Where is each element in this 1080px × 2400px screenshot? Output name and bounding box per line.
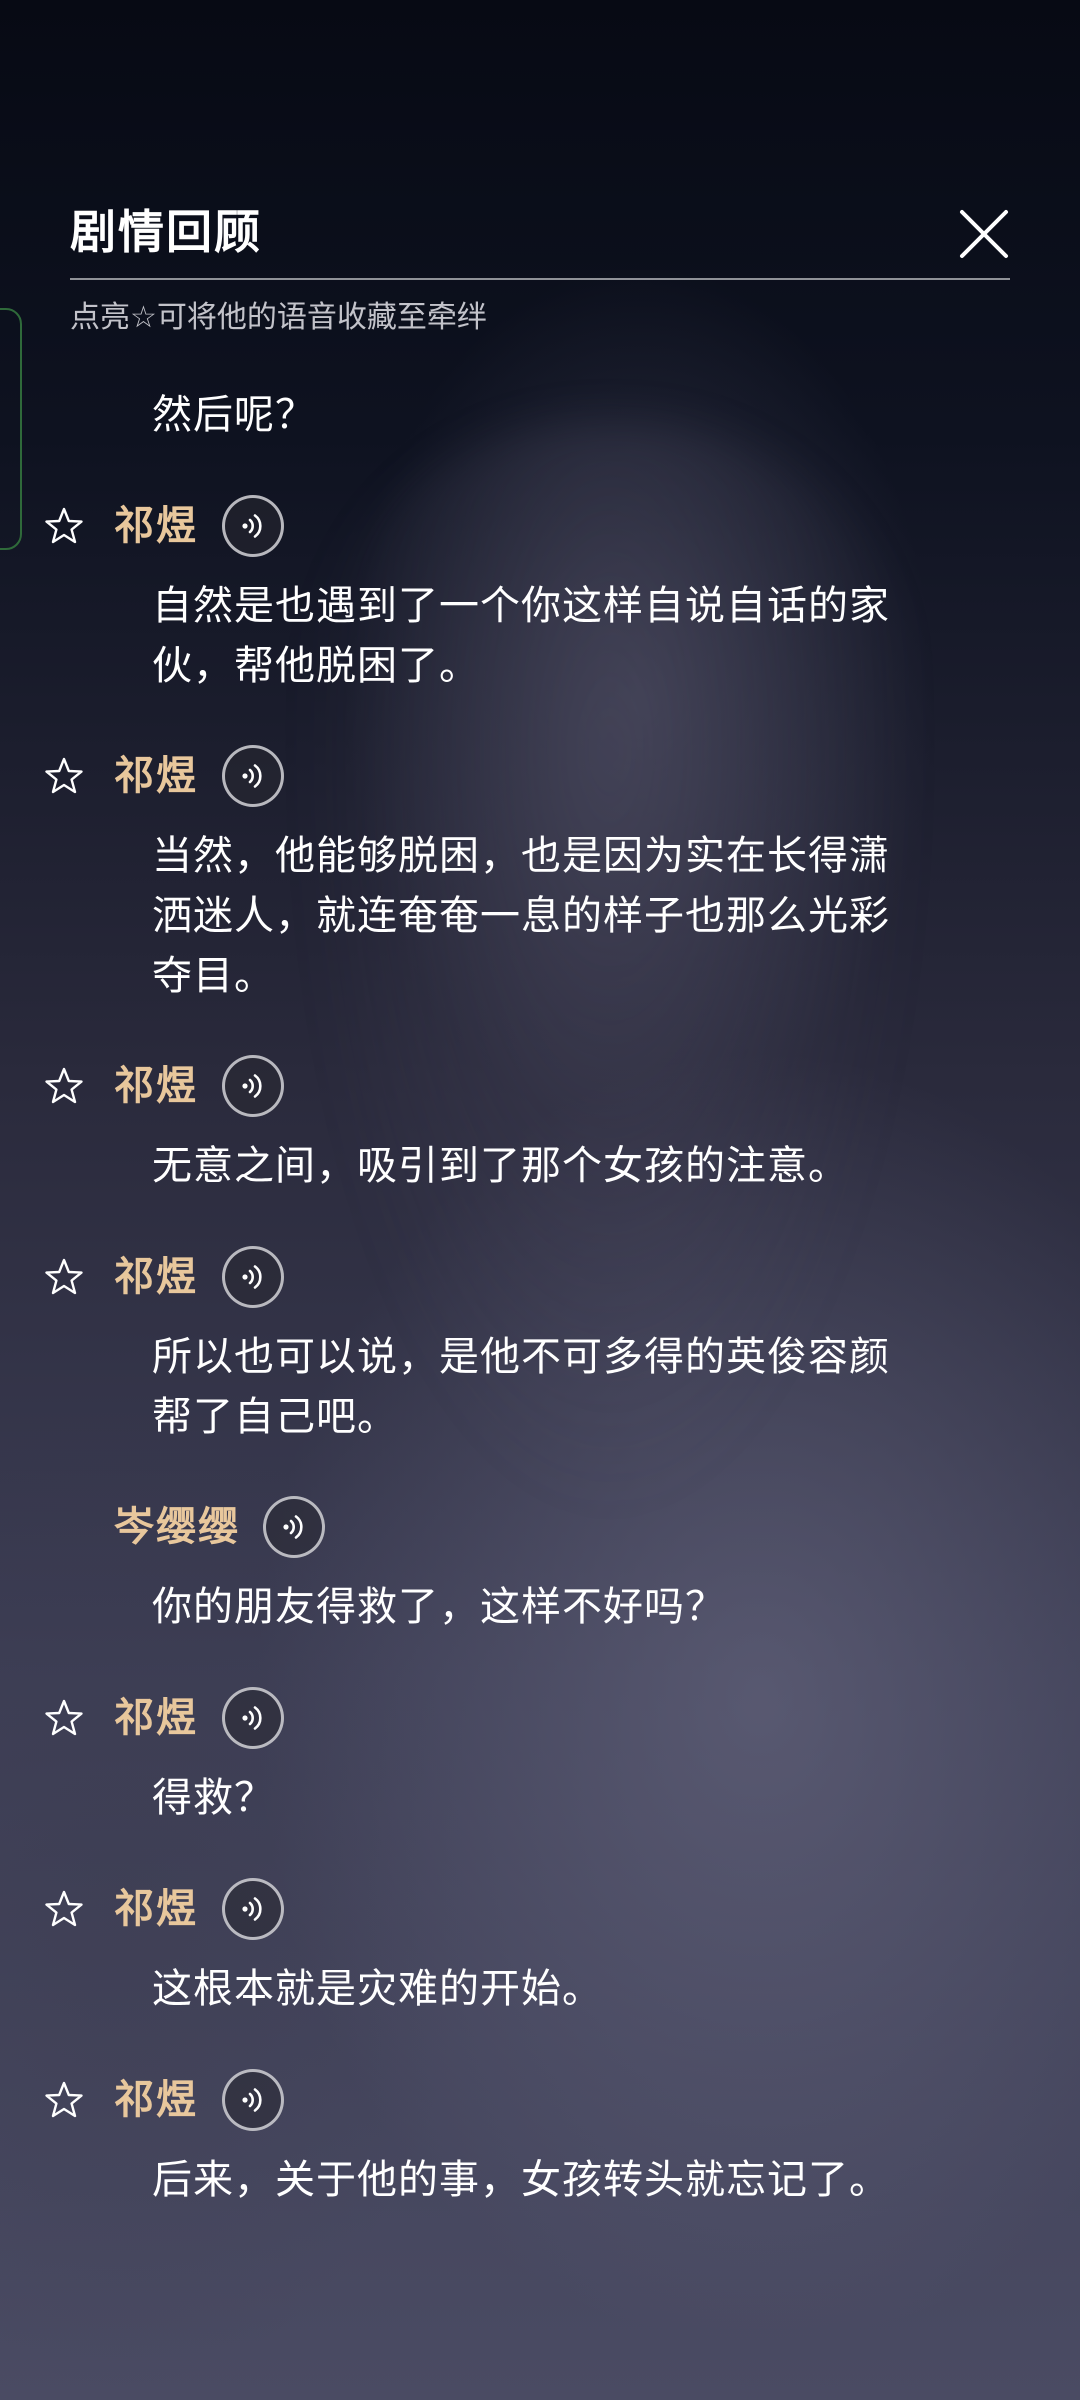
close-button[interactable] (956, 206, 1012, 262)
voice-play-button[interactable] (222, 1055, 284, 1117)
dialogue-line: 无意之间，吸引到了那个女孩的注意。 (152, 1143, 849, 1189)
star-outline-icon[interactable] (44, 1066, 84, 1106)
dialogue-line: 夺目。 (152, 953, 275, 999)
voice-play-button[interactable] (222, 495, 284, 557)
dialogue-line: 所以也可以说，是他不可多得的英俊容颜 (152, 1334, 890, 1380)
favorite-hint: 点亮☆可将他的语音收藏至牵绊 (70, 300, 487, 335)
speaker-name: 祁煜 (114, 1253, 198, 1300)
dialogue-text: 这根本就是灾难的开始。 (152, 1959, 972, 2019)
dialogue-speaker-row: 岑缨缨 (0, 1495, 1080, 1559)
voice-play-icon (242, 764, 262, 788)
dialogue-line: 自然是也遇到了一个你这样自说自话的家 (152, 583, 890, 629)
story-review-panel: 剧情回顾 点亮☆可将他的语音收藏至牵绊 然后呢？ 祁煜 自然是也遇到了一个你这样… (0, 0, 1080, 2400)
speaker-name: 祁煜 (114, 1885, 198, 1932)
speaker-name: 祁煜 (114, 752, 198, 799)
voice-play-icon (242, 1706, 262, 1730)
speaker-name: 岑缨缨 (114, 1503, 240, 1550)
voice-play-icon (283, 1515, 303, 1539)
star-outline-icon[interactable] (44, 756, 84, 796)
speaker-name: 祁煜 (114, 1694, 198, 1741)
dialogue-line: 伙，帮他脱困了。 (152, 643, 480, 689)
dialogue-speaker-row: 祁煜 (0, 494, 1080, 558)
speaker-name: 祁煜 (114, 1062, 198, 1109)
star-outline-icon[interactable] (44, 1257, 84, 1297)
dialogue-line: 洒迷人，就连奄奄一息的样子也那么光彩 (152, 893, 890, 939)
dialogue-line: 得救？ (152, 1775, 275, 1821)
dialogue-line: 这根本就是灾难的开始。 (152, 1966, 603, 2012)
star-outline-icon[interactable] (44, 1889, 84, 1929)
voice-play-button[interactable] (222, 1878, 284, 1940)
dialogue-line: 后来，关于他的事，女孩转头就忘记了。 (152, 2157, 890, 2203)
speaker-name: 祁煜 (114, 2076, 198, 2123)
dialogue-text: 自然是也遇到了一个你这样自说自话的家 伙，帮他脱困了。 (152, 576, 972, 696)
dialogue-line: 然后呢？ (152, 392, 316, 438)
voice-play-button[interactable] (222, 2069, 284, 2131)
star-outline-icon[interactable] (44, 2080, 84, 2120)
voice-play-icon (242, 514, 262, 538)
voice-play-icon (242, 1265, 262, 1289)
dialogue-text: 然后呢？ (152, 385, 972, 445)
dialogue-text: 所以也可以说，是他不可多得的英俊容颜 帮了自己吧。 (152, 1327, 972, 1447)
dialogue-speaker-row: 祁煜 (0, 1054, 1080, 1118)
voice-play-icon (242, 1897, 262, 1921)
speaker-name: 祁煜 (114, 502, 198, 549)
voice-play-button[interactable] (222, 745, 284, 807)
dialogue-text: 得救？ (152, 1768, 972, 1828)
dialogue-line: 当然，他能够脱困，也是因为实在长得潇 (152, 833, 890, 879)
dialogue-speaker-row: 祁煜 (0, 1245, 1080, 1309)
dialogue-speaker-row: 祁煜 (0, 1686, 1080, 1750)
dialogue-text: 后来，关于他的事，女孩转头就忘记了。 (152, 2150, 972, 2210)
dialogue-speaker-row: 祁煜 (0, 744, 1080, 808)
page-title: 剧情回顾 (70, 205, 262, 259)
dialogue-text: 你的朋友得救了，这样不好吗？ (152, 1577, 972, 1637)
close-icon (960, 210, 1008, 258)
voice-play-button[interactable] (222, 1246, 284, 1308)
dialogue-text: 无意之间，吸引到了那个女孩的注意。 (152, 1136, 972, 1196)
dialogue-speaker-row: 祁煜 (0, 2068, 1080, 2132)
header-divider (70, 278, 1010, 280)
voice-play-icon (242, 1074, 262, 1098)
dialogue-text: 当然，他能够脱困，也是因为实在长得潇 洒迷人，就连奄奄一息的样子也那么光彩 夺目… (152, 826, 972, 1006)
dialogue-speaker-row: 祁煜 (0, 1877, 1080, 1941)
voice-play-button[interactable] (222, 1687, 284, 1749)
voice-play-button[interactable] (263, 1496, 325, 1558)
dialogue-line: 帮了自己吧。 (152, 1394, 398, 1440)
star-outline-icon[interactable] (44, 506, 84, 546)
dialogue-line: 你的朋友得救了，这样不好吗？ (152, 1584, 726, 1630)
star-outline-icon[interactable] (44, 1698, 84, 1738)
voice-play-icon (242, 2088, 262, 2112)
